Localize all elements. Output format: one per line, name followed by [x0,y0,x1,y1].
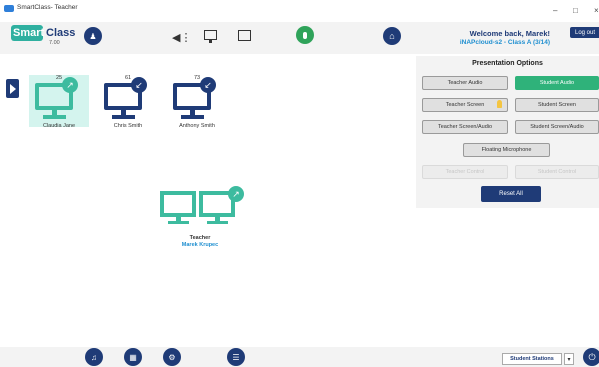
monitor-base [43,115,66,119]
monitor-base [112,115,135,119]
student-screen-audio-button[interactable]: Student Screen/Audio [515,120,599,134]
chat-icon[interactable] [238,30,251,41]
student-name: Anthony Smith [179,123,215,129]
arrow-out-icon[interactable]: ↗ [62,77,78,93]
student-audio-button[interactable]: Student Audio [515,76,599,90]
student-screen-button[interactable]: Student Screen [515,98,599,112]
chevron-down-icon[interactable]: ▾ [564,353,574,365]
arrow-in-icon[interactable]: ↙ [200,77,216,93]
teacher-screen-button[interactable]: Teacher Screen [422,98,508,112]
logo-smart: Smart [13,27,45,39]
close-button[interactable]: × [594,6,599,15]
student-station[interactable]: 73 ↙ Anthony Smith [167,75,227,133]
student-control-button: Student Control [515,165,599,179]
class-info: iNAPcloud-s2 - Class A (3/14) [459,39,550,46]
maximize-button[interactable]: □ [573,6,578,15]
presentation-options-title: Presentation Options [472,60,543,67]
grid-icon[interactable]: ▦ [124,348,142,366]
panel-toggle-button[interactable] [6,79,19,98]
user-network-icon[interactable]: ♟ [84,27,102,45]
station-number: 25 [55,75,63,81]
welcome-message: Welcome back, Marek! [469,29,550,38]
app-icon [4,5,14,12]
station-number: 73 [193,75,201,81]
power-icon[interactable]: ⏻ [583,348,599,366]
floating-microphone-button[interactable]: Floating Microphone [463,143,550,157]
teacher-screen-audio-button[interactable]: Teacher Screen/Audio [422,120,508,134]
monitor-stand [209,40,212,43]
settings-icon[interactable]: ⚙ [163,348,181,366]
teacher-label: Teacher [189,235,211,241]
student-station[interactable]: 25 ↗ Claudia Jane [29,75,89,133]
teacher-name: Marek Krupec [181,242,219,248]
teacher-monitor-base [168,221,189,224]
headset-icon[interactable]: ♫ [85,348,103,366]
teacher-monitor-base [207,221,228,224]
chevron-right-icon [9,83,16,94]
list-icon[interactable]: ☰ [227,348,245,366]
logout-button[interactable]: Log out [570,27,599,38]
teacher-control-button: Teacher Control [422,165,508,179]
home-icon[interactable]: ⌂ [383,27,401,45]
app-version: 7.00 [49,40,60,46]
lightbulb-icon [497,100,502,108]
monitor-base [181,115,204,119]
teacher-monitor-icon[interactable] [160,191,196,217]
monitor-icon[interactable] [204,30,217,40]
minimize-button[interactable]: – [553,6,557,15]
volume-icon[interactable]: ◀⋮ [172,31,191,44]
window-title-bar [0,0,599,22]
student-stations-select[interactable]: Student Stations [502,353,562,365]
student-name: Chris Smith [113,123,143,129]
arrow-out-icon[interactable]: ↗ [228,186,244,202]
student-name: Claudia Jane [42,123,76,129]
reset-all-button[interactable]: Reset All [481,186,541,202]
teacher-audio-button[interactable]: Teacher Audio [422,76,508,90]
student-station[interactable]: 61 ↙ Chris Smith [98,75,158,133]
microphone-icon[interactable] [296,26,314,44]
arrow-in-icon[interactable]: ↙ [131,77,147,93]
station-number: 61 [124,75,132,81]
window-title: SmartClass- Teacher [17,4,78,11]
logo-class: Class [46,27,76,39]
